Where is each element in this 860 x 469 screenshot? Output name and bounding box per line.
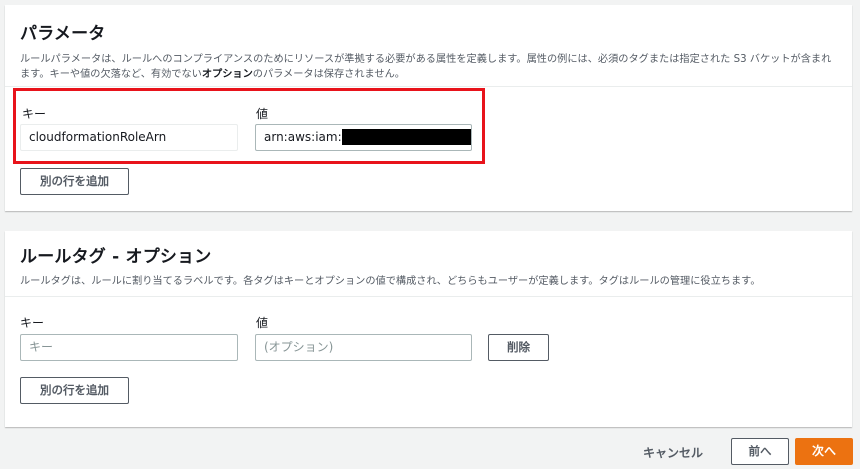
parameters-description-line2-suffix: のパラメータは保存されません。 — [252, 69, 405, 80]
parameters-title: パラメータ — [20, 24, 106, 44]
tag-key-input[interactable]: キー — [20, 334, 238, 361]
tag-value-label: 値 — [256, 316, 269, 330]
tag-delete-button[interactable]: 削除 — [488, 334, 549, 361]
parameters-add-row-button[interactable]: 別の行を追加 — [20, 168, 129, 195]
cancel-button[interactable]: キャンセル — [643, 444, 703, 461]
rule-tags-header: ルールタグ - オプション ルールタグは、ルールに割り当てるラベルです。各タグは… — [5, 231, 852, 297]
rule-tags-description: ルールタグは、ルールに割り当てるラベルです。各タグはキーとオプションの値で構成さ… — [20, 276, 761, 287]
highlight-box — [13, 88, 485, 164]
parameters-header: パラメータ ルールパラメータは、ルールへのコンプライアンスのためにリソースが準拠… — [5, 5, 852, 87]
next-button[interactable]: 次へ — [795, 438, 853, 465]
tag-value-placeholder: (オプション) — [264, 340, 334, 354]
previous-button[interactable]: 前へ — [731, 438, 789, 465]
parameters-description-line1: ルールパラメータは、ルールへのコンプライアンスのためにリソースが準拠する必要があ… — [20, 54, 832, 65]
tag-key-label: キー — [20, 316, 45, 330]
parameters-description: ルールパラメータは、ルールへのコンプライアンスのためにリソースが準拠する必要があ… — [20, 52, 840, 82]
rule-tags-title: ルールタグ - オプション — [20, 247, 212, 267]
parameters-description-line2-prefix: ます。キーや値の欠落など、有効でない — [20, 69, 202, 80]
parameters-description-line2-bold: オプション — [201, 69, 253, 80]
rule-tags-panel: ルールタグ - オプション ルールタグは、ルールに割り当てるラベルです。各タグは… — [5, 231, 852, 427]
tag-value-input[interactable]: (オプション) — [255, 334, 472, 361]
tags-add-row-button[interactable]: 別の行を追加 — [20, 377, 129, 404]
tag-key-placeholder: キー — [29, 340, 54, 354]
